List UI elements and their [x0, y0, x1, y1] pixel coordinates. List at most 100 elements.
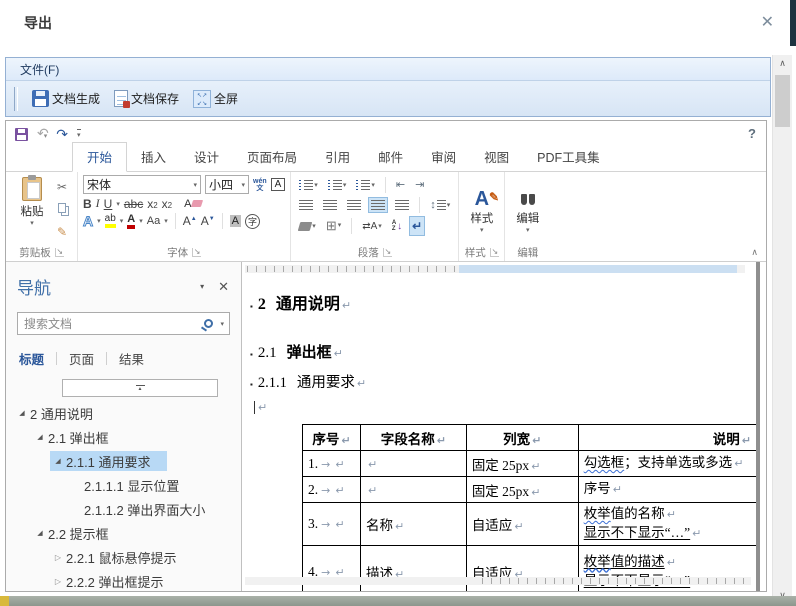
tree-expanded-icon[interactable]: ◢	[50, 457, 66, 465]
ribbon-tab-页面布局[interactable]: 页面布局	[233, 143, 311, 171]
distribute-icon[interactable]	[392, 197, 412, 213]
text-effects-icon[interactable]: A	[83, 213, 93, 229]
font-dialog-launcher-icon[interactable]: ↘	[192, 248, 201, 257]
change-case-dropdown-icon[interactable]: ▾	[164, 217, 168, 225]
fullscreen-button[interactable]: ↖↗↙↘全屏	[193, 90, 238, 108]
font-size-select[interactable]: 小四▾	[205, 175, 249, 194]
tree-item[interactable]: 2.1.1.1 显示位置	[6, 473, 241, 497]
ribbon-tab-视图[interactable]: 视图	[470, 143, 523, 171]
sort-icon[interactable]: AZ↓	[389, 217, 405, 235]
multilevel-list-icon[interactable]: ▾	[353, 177, 378, 193]
heading-collapse-icon[interactable]: ▪	[250, 302, 253, 311]
help-icon[interactable]: ?	[748, 126, 756, 141]
heading-collapse-icon[interactable]: ▪	[250, 350, 253, 359]
change-case-button[interactable]: Aa	[147, 215, 160, 227]
phonetic-guide-icon[interactable]: wén文	[253, 178, 267, 192]
clipboard-dialog-launcher-icon[interactable]: ↘	[55, 248, 64, 257]
character-border-icon[interactable]: A	[271, 178, 286, 191]
copy-icon[interactable]	[58, 203, 66, 213]
numbering-icon[interactable]: ▾	[325, 177, 350, 193]
underline-button[interactable]: U	[104, 197, 113, 211]
ribbon-tab-审阅[interactable]: 审阅	[417, 143, 470, 171]
font-color-icon[interactable]: A	[127, 214, 135, 229]
italic-button[interactable]: I	[96, 196, 100, 211]
grow-font-button[interactable]: A▲	[183, 214, 197, 228]
clear-formatting-icon[interactable]: A	[184, 198, 202, 210]
borders-icon[interactable]: ⊞▾	[323, 217, 344, 235]
document-area[interactable]: ▪2通用说明↵▪2.1弹出框↵▪2.1.1通用要求↵↵序号↵字段名称↵列宽↵说明…	[242, 262, 766, 591]
shrink-font-button[interactable]: A▼	[201, 214, 215, 228]
justify-icon[interactable]	[368, 197, 388, 213]
tree-collapsed-icon[interactable]: ▷	[50, 577, 66, 586]
search-icon[interactable]	[204, 319, 213, 328]
increase-indent-icon[interactable]: ⇥	[412, 175, 427, 194]
highlight-dropdown-icon[interactable]: ▾	[120, 217, 124, 225]
tree-item[interactable]: ▷2.2.1 鼠标悬停提示	[6, 545, 241, 569]
collapse-ribbon-icon[interactable]: ∧	[751, 247, 758, 258]
redo-icon[interactable]: ↷	[56, 126, 68, 143]
nav-options-dropdown-icon[interactable]: ▾	[200, 282, 204, 291]
file-menu-header[interactable]: 文件(F)	[6, 58, 770, 81]
highlight-color-icon[interactable]: ab	[105, 214, 116, 228]
font-color-dropdown-icon[interactable]: ▾	[139, 217, 143, 225]
paragraph-dialog-launcher-icon[interactable]: ↘	[383, 248, 392, 257]
scrollbar-thumb[interactable]	[775, 75, 790, 127]
decrease-indent-icon[interactable]: ⇤	[393, 175, 408, 194]
format-painter-icon[interactable]: ✎	[57, 225, 72, 240]
nav-tab-页面[interactable]: 页面	[57, 347, 106, 370]
dialog-scrollbar[interactable]: ∧ ∨	[772, 55, 792, 604]
tree-expanded-icon[interactable]: ◢	[14, 409, 30, 417]
styles-dropdown-icon[interactable]: ▾	[480, 226, 484, 234]
strikethrough-button[interactable]: abc	[124, 197, 143, 211]
ribbon-tab-引用[interactable]: 引用	[311, 143, 364, 171]
nav-tab-结果[interactable]: 结果	[107, 347, 156, 370]
tree-item[interactable]: ◢2.1 弹出框	[6, 425, 241, 449]
align-right-icon[interactable]	[344, 197, 364, 213]
toolbar-grip[interactable]	[14, 87, 18, 111]
shading-icon[interactable]: ▾	[296, 219, 319, 234]
paste-button[interactable]: 粘贴 ▾	[9, 174, 55, 246]
character-shading-icon[interactable]: A	[230, 215, 241, 227]
bold-button[interactable]: B	[83, 197, 92, 211]
undo-dropdown-icon[interactable]: ▾	[44, 133, 48, 140]
ribbon-tab-插入[interactable]: 插入	[127, 143, 180, 171]
tree-item[interactable]: 2.1.1.2 弹出界面大小	[6, 497, 241, 521]
doc-save-button[interactable]: 文档保存	[114, 90, 179, 107]
editing-dropdown-icon[interactable]: ▾	[526, 226, 530, 234]
nav-close-icon[interactable]: ✕	[218, 279, 229, 295]
tree-expanded-icon[interactable]: ◢	[32, 433, 48, 441]
underline-dropdown-icon[interactable]: ▾	[116, 200, 120, 208]
line-spacing-icon[interactable]: ↕▾	[427, 196, 453, 214]
ribbon-tab-邮件[interactable]: 邮件	[364, 143, 417, 171]
previous-heading-button[interactable]: ▲	[62, 379, 218, 397]
superscript-button[interactable]: x2	[162, 197, 172, 211]
styles-button[interactable]: A✎ 样式 ▾	[462, 174, 501, 246]
font-name-select[interactable]: 宋体▾	[83, 175, 201, 194]
chevron-down-icon[interactable]: ▾	[241, 181, 245, 189]
tree-item[interactable]: ▷2.2.2 弹出框提示	[6, 569, 241, 591]
search-input[interactable]	[18, 317, 204, 331]
doc-generate-button[interactable]: 文档生成	[32, 90, 100, 107]
heading-collapse-icon[interactable]: ▪	[250, 380, 253, 389]
asian-layout-icon[interactable]: ⇄A▾	[359, 218, 385, 235]
enclose-characters-icon[interactable]: 字	[245, 214, 260, 229]
editing-button[interactable]: 编辑 ▾	[508, 174, 547, 246]
bullets-icon[interactable]: ▾	[296, 177, 321, 193]
ribbon-tab-PDF工具集[interactable]: PDF工具集	[523, 143, 614, 171]
search-dropdown-icon[interactable]: ▾	[220, 320, 224, 328]
styles-dialog-launcher-icon[interactable]: ↘	[490, 248, 499, 257]
scroll-up-icon[interactable]: ∧	[773, 55, 792, 72]
nav-tab-标题[interactable]: 标题	[17, 347, 56, 370]
tree-expanded-icon[interactable]: ◢	[32, 529, 48, 537]
tree-item[interactable]: ◢2.2 提示框	[6, 521, 241, 545]
undo-button[interactable]: ↶▾	[37, 125, 47, 143]
align-center-icon[interactable]	[320, 197, 340, 213]
show-hide-marks-icon[interactable]: ↵	[409, 216, 425, 236]
subscript-button[interactable]: x2	[147, 197, 157, 211]
chevron-down-icon[interactable]: ▾	[193, 181, 197, 189]
qat-customize-icon[interactable]: ▾	[77, 129, 81, 139]
close-icon[interactable]: ✕	[761, 12, 774, 32]
paste-dropdown-icon[interactable]: ▾	[30, 219, 34, 227]
align-left-icon[interactable]	[296, 197, 316, 213]
cut-icon[interactable]: ✂	[57, 180, 72, 195]
